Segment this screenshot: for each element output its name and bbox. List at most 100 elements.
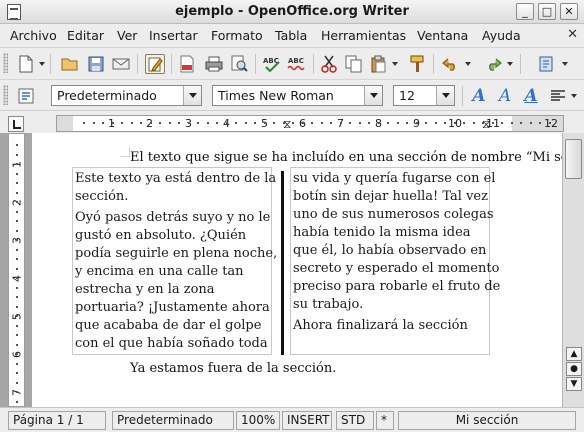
section-column-left[interactable]: Este texto ya está dentro de la sección.…	[72, 167, 277, 355]
navigator-icon[interactable]	[536, 54, 556, 74]
chevron-down-icon[interactable]	[436, 86, 454, 105]
menu-ver[interactable]: Ver	[117, 28, 137, 43]
toolbar-separator	[520, 54, 521, 74]
menu-archivo[interactable]: Archivo	[10, 28, 57, 43]
italic-a-icon[interactable]: A	[495, 86, 515, 106]
column-separator-line	[281, 171, 284, 355]
ruler-tick	[16, 287, 18, 289]
status-page-style[interactable]: Predeterminado	[112, 411, 234, 430]
print-icon[interactable]	[204, 54, 224, 74]
document-page[interactable]: El texto que sigue se ha incluído en una…	[32, 133, 562, 407]
status-modified-indicator[interactable]: *	[376, 411, 394, 430]
chevron-down-icon[interactable]	[364, 86, 382, 105]
ruler-tick	[16, 363, 18, 365]
minimize-button[interactable]: _	[516, 3, 534, 20]
edit-mode-icon[interactable]	[145, 54, 165, 74]
toolbar-overflow-arrow[interactable]	[562, 62, 568, 66]
close-window-button[interactable]: ✕	[560, 3, 578, 20]
menu-formato[interactable]: Formato	[211, 28, 263, 43]
underline-a-icon[interactable]: A	[521, 86, 541, 106]
bold-a-icon[interactable]: A	[469, 86, 489, 106]
ruler-tick	[16, 353, 18, 355]
save-icon[interactable]	[86, 54, 106, 74]
font-size-value: 12	[399, 88, 415, 103]
ruler-tick	[254, 122, 256, 124]
navigation-object-icon[interactable]: ●	[566, 362, 582, 376]
menu-ventana[interactable]: Ventana	[417, 28, 468, 43]
open-folder-icon[interactable]	[60, 54, 80, 74]
undo-icon[interactable]	[441, 54, 461, 74]
text-line: estrecha y en la zona	[75, 282, 215, 297]
intro-paragraph[interactable]: El texto que sigue se ha incluído en una…	[130, 150, 562, 165]
styles-and-formatting-icon[interactable]	[16, 86, 36, 106]
menu-herramientas[interactable]: Herramientas	[321, 28, 406, 43]
redo-dropdown-arrow[interactable]	[507, 62, 513, 66]
undo-dropdown-arrow[interactable]	[465, 62, 471, 66]
text-line: Este texto ya está dentro de la	[75, 171, 277, 186]
ruler-tick	[93, 122, 95, 124]
text-line: podía seguirle en plena noche,	[75, 246, 278, 261]
section-column-right[interactable]: su vida y quería fugarse con el botín si…	[290, 167, 500, 355]
cut-icon[interactable]	[319, 54, 339, 74]
status-selection-mode[interactable]: STD	[336, 411, 374, 430]
copy-icon[interactable]	[344, 54, 364, 74]
ruler-tick	[330, 122, 332, 124]
new-document-icon[interactable]	[16, 54, 36, 74]
toolbar-grip[interactable]	[3, 53, 8, 73]
format-paintbrush-icon[interactable]	[407, 54, 427, 74]
autospellcheck-icon[interactable]: ABC	[287, 54, 307, 74]
after-section-paragraph[interactable]: Ya estamos fuera de la sección.	[130, 361, 336, 376]
ruler-tick	[16, 268, 18, 270]
status-zoom[interactable]: 100%	[236, 411, 280, 430]
close-document-icon[interactable]: ✕	[567, 27, 578, 42]
text-line: Oyó pasos detrás suyo y no le	[75, 210, 271, 225]
print-preview-icon[interactable]	[229, 54, 249, 74]
scroll-down-icon[interactable]: ▼	[566, 377, 582, 391]
paste-dropdown-arrow[interactable]	[392, 62, 398, 66]
ruler-tick	[283, 122, 285, 124]
ruler-tick	[520, 122, 522, 124]
horizontal-ruler[interactable]: 1 2 3 4 5 6 7 8 9 10 11 12 ⧖ ⧖	[56, 115, 564, 132]
new-dropdown-arrow[interactable]	[39, 62, 45, 66]
ruler-tick	[16, 239, 18, 241]
paste-icon[interactable]	[369, 54, 389, 74]
menu-insertar[interactable]: Insertar	[149, 28, 198, 43]
email-icon[interactable]	[111, 54, 131, 74]
ruler-tick	[16, 211, 18, 213]
text-boundary-corner-icon	[120, 147, 130, 157]
paragraph-style-select[interactable]: Predeterminado	[51, 85, 202, 106]
scrollbar-thumb[interactable]	[565, 139, 582, 179]
menu-ayuda[interactable]: Ayuda	[482, 28, 521, 43]
font-name-select[interactable]: Times New Roman	[212, 85, 383, 106]
text-line: y encima en una calle tan	[75, 264, 244, 279]
align-left-icon[interactable]	[548, 86, 568, 106]
status-page-count[interactable]: Página 1 / 1	[8, 411, 106, 430]
right-indent-marker-icon[interactable]: ⧖	[482, 117, 490, 131]
ruler-tick	[16, 344, 18, 346]
ruler-tick	[245, 122, 247, 124]
toolbar-overflow-arrow[interactable]	[571, 94, 577, 98]
ruler-tick	[16, 154, 18, 156]
vertical-ruler[interactable]: 1 2 3 4 5 6 7	[8, 133, 25, 407]
ruler-tick	[16, 277, 18, 279]
toolbar-grip[interactable]	[3, 85, 8, 105]
formatting-toolbar: Predeterminado Times New Roman 12 A A A	[0, 79, 584, 109]
tab-stop-selector[interactable]	[8, 116, 24, 132]
status-insert-mode[interactable]: INSERT	[282, 411, 332, 430]
spellcheck-icon[interactable]: ABC	[262, 54, 282, 74]
font-size-select[interactable]: 12	[393, 85, 455, 106]
menu-editar[interactable]: Editar	[67, 28, 104, 43]
indent-marker-icon[interactable]: ⧖	[283, 117, 291, 131]
vertical-scrollbar[interactable]: ▲ ● ▼	[562, 133, 584, 407]
ruler-tick	[102, 122, 104, 124]
export-pdf-icon[interactable]	[177, 54, 197, 74]
ruler-tick	[169, 122, 171, 124]
menu-tabla[interactable]: Tabla	[275, 28, 307, 43]
scroll-up-icon[interactable]: ▲	[566, 347, 582, 361]
ruler-tick	[273, 122, 275, 124]
redo-icon[interactable]	[483, 54, 503, 74]
maximize-button[interactable]: □	[538, 3, 556, 20]
ruler-tick	[302, 122, 304, 124]
ruler-tick	[16, 382, 18, 384]
chevron-down-icon[interactable]	[183, 86, 201, 105]
